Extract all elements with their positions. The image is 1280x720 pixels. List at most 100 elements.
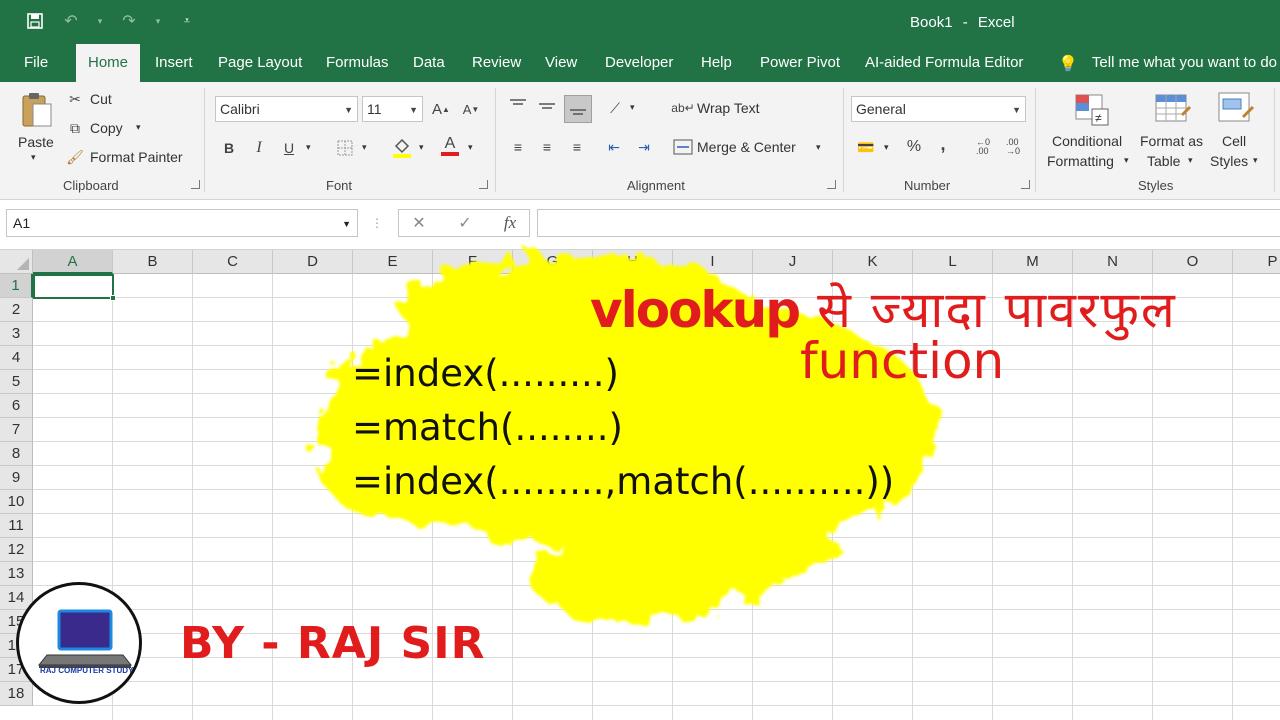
merge-center-icon[interactable] [673, 137, 693, 157]
paste-dropdown-icon[interactable]: ▾ [31, 152, 36, 163]
save-icon[interactable] [24, 10, 46, 32]
tell-me-box[interactable]: 💡 Tell me what you want to do [1058, 54, 1277, 74]
paste-button[interactable]: Paste [18, 134, 54, 150]
enter-icon[interactable]: ✓ [455, 214, 475, 232]
underline-dropdown-icon[interactable]: ▾ [306, 142, 311, 153]
font-color-icon[interactable]: A [440, 134, 460, 158]
cut-icon[interactable]: ✂ [66, 90, 84, 108]
format-painter-button[interactable]: Format Painter [90, 149, 183, 165]
row-header-1[interactable]: 1 [0, 274, 33, 298]
column-header-o[interactable]: O [1153, 250, 1233, 274]
decrease-font-size-icon[interactable]: A ▼ [460, 98, 482, 120]
column-header-b[interactable]: B [113, 250, 193, 274]
cell-styles-line1[interactable]: Cell [1222, 133, 1246, 149]
format-as-table-line1[interactable]: Format as [1140, 133, 1203, 149]
increase-decimal-icon[interactable]: ←0.00 [972, 135, 994, 159]
column-header-m[interactable]: M [993, 250, 1073, 274]
format-as-table-line2[interactable]: Table [1147, 153, 1180, 169]
align-left-icon[interactable]: ≡ [507, 137, 529, 157]
active-cell-a1[interactable] [33, 274, 116, 301]
bottom-align-icon[interactable] [564, 95, 592, 123]
tab-help[interactable]: Help [701, 54, 732, 71]
row-header-12[interactable]: 12 [0, 538, 33, 562]
borders-icon[interactable] [336, 139, 354, 157]
merge-center-button[interactable]: Merge & Center [697, 139, 796, 155]
tab-data[interactable]: Data [413, 54, 445, 71]
top-align-icon[interactable] [507, 96, 529, 116]
row-header-3[interactable]: 3 [0, 322, 33, 346]
tab-review[interactable]: Review [472, 54, 521, 71]
select-all-corner[interactable] [0, 250, 33, 274]
row-header-5[interactable]: 5 [0, 370, 33, 394]
row-header-4[interactable]: 4 [0, 346, 33, 370]
italic-button[interactable]: I [250, 138, 268, 158]
number-launcher-icon[interactable] [1021, 180, 1030, 189]
paste-icon[interactable] [18, 90, 56, 130]
insert-function-icon[interactable]: fx [499, 213, 521, 233]
row-header-11[interactable]: 11 [0, 514, 33, 538]
font-color-dropdown-icon[interactable]: ▾ [468, 142, 473, 153]
name-box-dropdown-icon[interactable]: ▼ [342, 219, 351, 229]
cell-styles-icon[interactable] [1216, 90, 1256, 128]
format-painter-icon[interactable]: 🖌 [66, 148, 84, 166]
copy-dropdown-icon[interactable]: ▾ [136, 122, 141, 133]
font-name-dropdown-icon[interactable]: ▼ [344, 105, 353, 115]
column-header-p[interactable]: P [1233, 250, 1280, 274]
wrap-text-icon[interactable]: ab↵ [671, 98, 694, 118]
column-header-n[interactable]: N [1073, 250, 1153, 274]
font-size-combo[interactable]: 11 ▼ [362, 96, 423, 122]
underline-button[interactable]: U [280, 138, 298, 158]
fill-handle[interactable] [110, 295, 116, 301]
orientation-icon[interactable]: ⟋ [604, 98, 626, 118]
percent-style-button[interactable]: % [904, 137, 924, 157]
column-header-a[interactable]: A [33, 250, 113, 274]
formula-bar-grip-icon[interactable]: ⋮ [371, 215, 383, 231]
tab-ai-formula-editor[interactable]: AI-aided Formula Editor [865, 54, 1023, 71]
borders-dropdown-icon[interactable]: ▾ [362, 142, 367, 153]
column-header-l[interactable]: L [913, 250, 993, 274]
cell-styles-dropdown-icon[interactable]: ▾ [1253, 155, 1258, 166]
undo-icon[interactable]: ↶ [60, 10, 82, 32]
row-header-8[interactable]: 8 [0, 442, 33, 466]
format-as-table-icon[interactable] [1153, 92, 1193, 128]
increase-indent-icon[interactable]: ⇥ [633, 137, 655, 157]
tab-view[interactable]: View [545, 54, 577, 71]
accounting-dropdown-icon[interactable]: ▾ [884, 142, 889, 153]
merge-center-dropdown-icon[interactable]: ▾ [816, 142, 821, 153]
row-header-2[interactable]: 2 [0, 298, 33, 322]
column-header-f[interactable]: F [433, 250, 513, 274]
tab-page-layout[interactable]: Page Layout [218, 54, 302, 71]
column-header-d[interactable]: D [273, 250, 353, 274]
conditional-formatting-line2[interactable]: Formatting [1047, 153, 1114, 169]
accounting-format-icon[interactable]: 💳 [854, 137, 878, 157]
comma-style-button[interactable]: , [934, 134, 952, 154]
increase-font-size-icon[interactable]: A ▲ [430, 98, 452, 120]
bold-button[interactable]: B [220, 138, 238, 158]
row-header-9[interactable]: 9 [0, 466, 33, 490]
column-header-h[interactable]: H [593, 250, 673, 274]
middle-align-icon[interactable] [536, 96, 558, 116]
orientation-dropdown-icon[interactable]: ▾ [630, 102, 635, 113]
cancel-icon[interactable]: ✕ [409, 214, 429, 232]
formula-input[interactable] [537, 209, 1280, 237]
align-right-icon[interactable]: ≡ [566, 137, 588, 157]
decrease-decimal-icon[interactable]: .00 →0 [1002, 135, 1024, 159]
column-header-j[interactable]: J [753, 250, 833, 274]
row-header-7[interactable]: 7 [0, 418, 33, 442]
font-name-combo[interactable]: Calibri ▼ [215, 96, 358, 122]
name-box[interactable]: A1 ▼ [6, 209, 358, 237]
conditional-formatting-line1[interactable]: Conditional [1052, 133, 1122, 149]
copy-icon[interactable]: ⧉ [66, 119, 84, 137]
tab-developer[interactable]: Developer [605, 54, 673, 71]
font-launcher-icon[interactable] [479, 180, 488, 189]
tab-formulas[interactable]: Formulas [326, 54, 389, 71]
wrap-text-button[interactable]: Wrap Text [697, 100, 760, 116]
redo-icon[interactable]: ↷ [118, 10, 140, 32]
undo-dropdown-icon[interactable]: ▾ [96, 10, 104, 32]
fill-color-dropdown-icon[interactable]: ▾ [419, 142, 424, 153]
column-header-i[interactable]: I [673, 250, 753, 274]
tab-file[interactable]: File [24, 54, 48, 71]
conditional-formatting-dropdown-icon[interactable]: ▾ [1124, 155, 1129, 166]
column-header-c[interactable]: C [193, 250, 273, 274]
fill-color-icon[interactable] [392, 136, 412, 158]
